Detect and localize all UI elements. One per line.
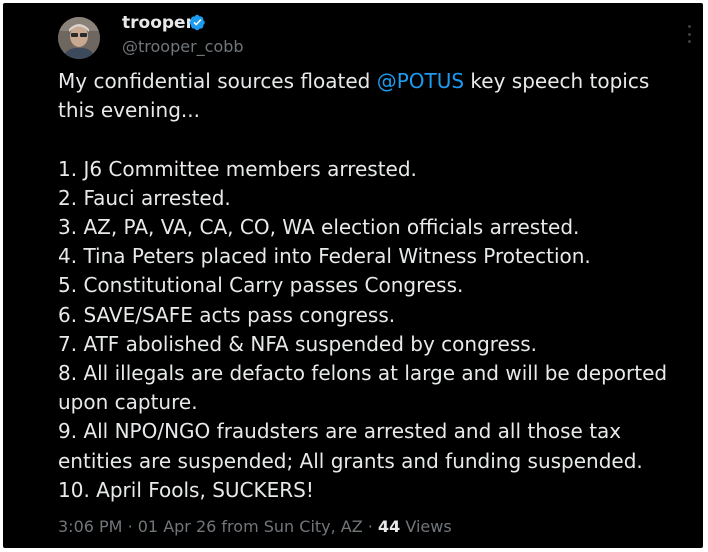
views-label: Views (405, 517, 452, 536)
list-item: 10. April Fools, SUCKERS! (58, 477, 314, 502)
list-item: 7. ATF abolished & NFA suspended by cong… (58, 331, 538, 356)
list-item: 1. J6 Committee members arrested. (58, 156, 417, 181)
tweet-intro-line: My confidential sources floated @POTUS k… (58, 67, 698, 96)
list-item: 8. All illegals are defacto felons at la… (58, 361, 668, 386)
views-count[interactable]: 44 (378, 517, 400, 536)
tweet-text: My confidential sources floated @POTUS k… (58, 67, 698, 505)
list-item: 5. Constitutional Carry passes Congress. (58, 273, 464, 298)
tweet-card: trooper @trooper_cobb My confidential so… (3, 3, 703, 548)
intro-text-after: key speech topics (464, 69, 650, 93)
display-name[interactable]: trooper (122, 13, 194, 33)
meta-separator: · (127, 517, 133, 536)
list-item: 6. SAVE/SAFE acts pass congress. (58, 302, 396, 327)
tweet-source: from Sun City, AZ (221, 517, 363, 536)
mention-link[interactable]: @POTUS (377, 69, 464, 93)
tweet-time[interactable]: 3:06 PM (58, 517, 122, 536)
list-item: entities are suspended; All grants and f… (58, 448, 643, 473)
tweet-intro-line-2: this evening... (58, 98, 200, 123)
tweet-date[interactable]: 01 Apr 26 (138, 517, 217, 536)
author-handle[interactable]: @trooper_cobb (122, 37, 244, 57)
more-dot (687, 40, 691, 43)
list-item: 4. Tina Peters placed into Federal Witne… (58, 244, 591, 269)
list-item: 9. All NPO/NGO fraudsters are arrested a… (58, 419, 622, 444)
avatar[interactable] (58, 17, 100, 59)
more-dot (687, 32, 691, 36)
list-item: 3. AZ, PA, VA, CA, CO, WA election offic… (58, 215, 580, 239)
list-item: 2. Fauci arrested. (58, 185, 231, 210)
avatar-image (58, 17, 100, 59)
more-vertical-icon[interactable] (686, 25, 692, 43)
more-dot (687, 25, 691, 28)
tweet-meta: 3:06 PM · 01 Apr 26 from Sun City, AZ · … (58, 517, 452, 537)
intro-text: My confidential sources floated (58, 69, 377, 93)
verified-badge-icon (189, 14, 205, 31)
list-item: upon capture. (58, 390, 198, 415)
meta-separator: · (367, 517, 373, 536)
